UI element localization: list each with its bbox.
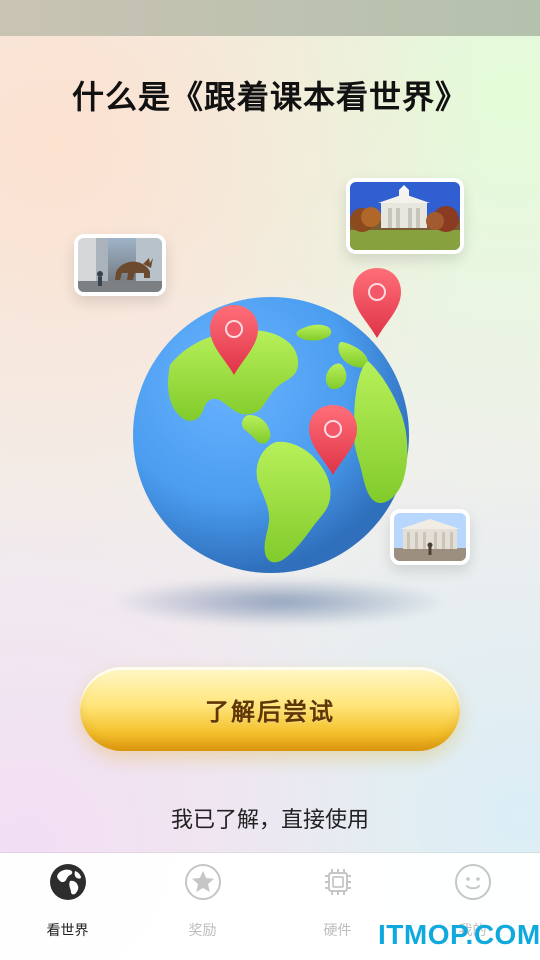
tab-rewards-label: 奖励 bbox=[188, 923, 217, 939]
try-after-learning-label: 了解后尝试 bbox=[205, 697, 335, 726]
hero-illustration bbox=[60, 160, 500, 630]
location-pin-icon bbox=[351, 266, 403, 340]
globe-shadow bbox=[115, 578, 445, 626]
harvard-hall-photo-icon bbox=[346, 178, 464, 254]
status-bar bbox=[0, 0, 540, 36]
watermark-text: ITMOP.COM bbox=[378, 919, 540, 950]
tab-rewards[interactable]: 奖励 bbox=[135, 853, 270, 960]
star-icon bbox=[183, 862, 223, 902]
chip-icon bbox=[318, 862, 358, 902]
location-pin-icon bbox=[208, 303, 260, 377]
wall-street-bull-photo-icon bbox=[74, 234, 166, 296]
try-after-learning-button[interactable]: 了解后尝试 bbox=[80, 667, 460, 751]
skip-intro-link[interactable]: 我已了解，直接使用 bbox=[0, 802, 540, 834]
tab-see-world[interactable]: 看世界 bbox=[0, 853, 135, 960]
smile-icon bbox=[453, 862, 493, 902]
page-title: 什么是《跟着课本看世界》 bbox=[71, 78, 468, 116]
globe-icon bbox=[48, 862, 88, 902]
tab-see-world-label: 看世界 bbox=[46, 923, 89, 939]
location-pin-icon bbox=[307, 403, 359, 477]
